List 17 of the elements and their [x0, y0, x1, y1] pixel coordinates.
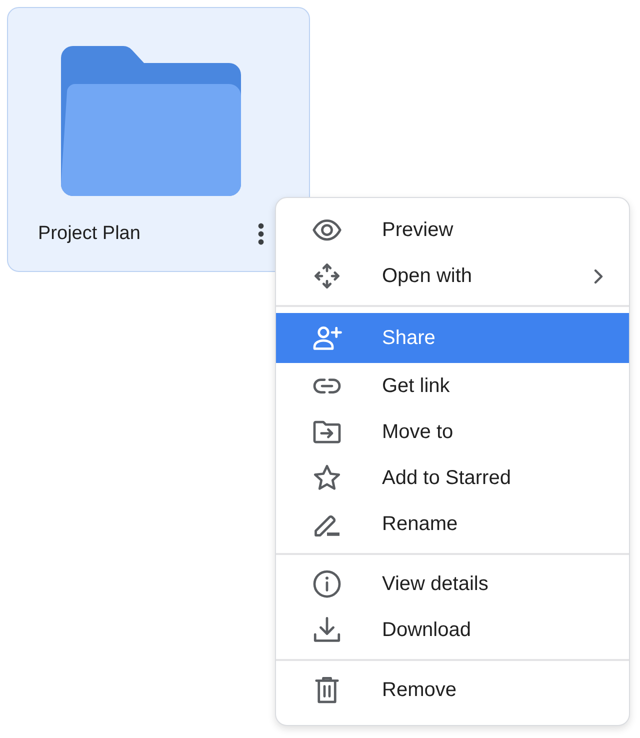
menu-item[interactable]: View details [276, 561, 629, 607]
info-icon [312, 569, 342, 599]
star-icon [312, 463, 342, 493]
folder-card[interactable]: Project Plan [7, 7, 310, 272]
menu-item[interactable]: Move to [276, 409, 629, 455]
menu-item[interactable]: Get link [276, 363, 629, 409]
trash-icon [312, 675, 342, 705]
menu-item[interactable]: Remove [276, 667, 629, 713]
menu-item[interactable]: Download [276, 607, 629, 653]
folder-name: Project Plan [38, 223, 140, 245]
menu-item[interactable]: Rename [276, 501, 629, 547]
folder-icon [61, 46, 241, 196]
menu-item[interactable]: Add to Starred [276, 455, 629, 501]
download-icon [312, 615, 342, 645]
menu-item[interactable]: Share [276, 313, 629, 363]
four-arrows-icon [312, 261, 342, 291]
more-vert-icon [258, 223, 264, 245]
